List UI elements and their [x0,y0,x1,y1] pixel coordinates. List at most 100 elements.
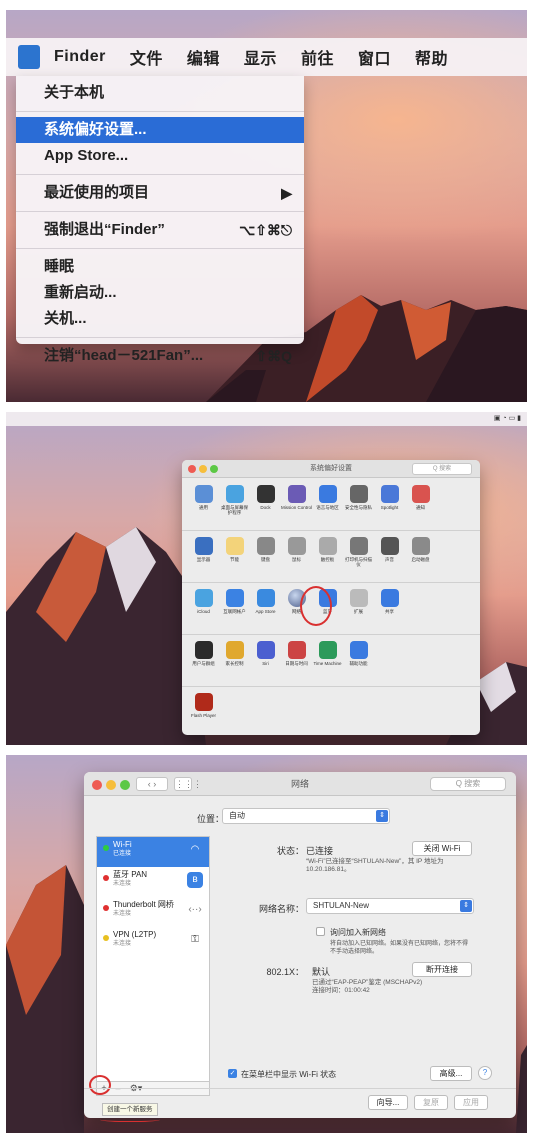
pref-pane-label: 语言与地区 [316,505,339,510]
service-item-vpn[interactable]: VPN (L2TP) 未连接 ⚿ [97,927,209,957]
pref-pane-item[interactable]: Mission Control [281,482,312,528]
pref-pane-label: 用户与群组 [192,661,215,666]
pref-pane-item[interactable]: 打印机与扫描仪 [343,534,374,580]
pref-pane-icon [225,537,244,555]
pref-pane-item[interactable]: 用户与群组 [188,638,219,684]
apply-button[interactable]: 应用 [454,1095,488,1110]
menubar-item-go[interactable]: 前往 [301,45,334,69]
pref-pane-icon [349,485,368,503]
apple-icon[interactable] [18,45,40,69]
pref-row-1: 通用 桌面与屏幕保护程序 Dock Mission Control 语言与地区 安全性与隐… [188,482,474,528]
pref-pane-item[interactable]: 桌面与屏幕保护程序 [219,482,250,528]
pref-pane-item[interactable]: Spotlight [374,482,405,528]
disconnect-button[interactable]: 断开连接 [412,962,472,977]
status-dot [103,875,109,881]
pref-pane-label: 家长控制 [225,661,244,666]
search-input[interactable]: Q 搜索 [430,777,506,791]
pref-pane-item[interactable]: App Store [250,586,281,632]
pref-pane-item[interactable]: 启动磁盘 [405,534,436,580]
pref-pane-item[interactable]: 通知 [405,482,436,528]
advanced-button[interactable]: 高级... [430,1066,472,1081]
pref-pane-item[interactable]: 显示器 [188,534,219,580]
wifi-icon: ◠ [190,844,200,855]
pref-pane-item[interactable]: 扩展 [343,586,374,632]
pref-pane-item[interactable]: Siri [250,638,281,684]
screenshot-system-preferences: ▣ ◔ ▭ ▮ 系统偏好设置 Q 搜索 通用 桌面与屏幕保护程序 Dock Missi… [6,412,527,745]
location-value: 自动 [229,811,245,820]
pref-pane-label: 节能 [230,557,239,562]
pref-pane-item[interactable]: 辅助功能 [343,638,374,684]
menu-item-sleep[interactable]: 睡眠 [16,254,304,280]
chevron-down-icon: ⇕ [376,810,388,822]
window-titlebar: ‹ › ⋮⋮⋮ 网络 Q 搜索 [84,772,516,796]
pref-pane-item[interactable]: 日期与时间 [281,638,312,684]
menu-item-system-preferences[interactable]: 系统偏好设置... [16,117,304,143]
network-name-label: 网络名称： [258,904,304,914]
menu-item-logout[interactable]: 注销“head－521Fan”... ⇧⌘Q [16,343,304,369]
pref-pane-item[interactable]: 语言与地区 [312,482,343,528]
location-select[interactable]: 自动 ⇕ [222,808,390,824]
ask-join-checkbox[interactable] [316,927,325,936]
menu-separator [16,111,304,112]
pref-pane-item[interactable]: Time Machine [312,638,343,684]
assist-button[interactable]: 向导... [368,1095,408,1110]
pref-pane-item[interactable]: iCloud [188,586,219,632]
menubar-item-edit[interactable]: 编辑 [187,45,220,69]
menu-item-recent[interactable]: 最近使用的项目 ▶ [16,180,304,206]
menubar-item-file[interactable]: 文件 [130,45,163,69]
pref-pane-icon [349,537,368,555]
pref-row-4: 用户与群组 家长控制 Siri 日期与时间 Time Machine 辅助功能 [188,638,474,684]
network-name-select[interactable]: SHTULAN-New ⇕ [306,898,474,914]
show-in-menubar-checkbox[interactable]: ✓ [228,1069,237,1078]
pref-pane-item[interactable]: 键盘 [250,534,281,580]
pref-row-2: 显示器 节能 键盘 鼠标 触控板 打印机与扫描仪 声音 启动磁盘 [188,534,474,580]
service-item-bluetooth-pan[interactable]: 蓝牙 PAN 未连接 ʙ [97,867,209,897]
pref-pane-item[interactable]: 触控板 [312,534,343,580]
pref-pane-item[interactable]: Dock [250,482,281,528]
location-label: 位置： [197,814,225,824]
pref-pane-item[interactable]: 安全性与隐私 [343,482,374,528]
pref-pane-label: 通用 [199,505,208,510]
pref-pane-item[interactable]: 家长控制 [219,638,250,684]
pref-pane-label: 鼠标 [292,557,301,562]
pref-row-5: Flash Player [188,690,474,736]
pref-pane-icon [256,485,275,503]
menubar-item-view[interactable]: 显示 [244,45,277,69]
pref-pane-icon [318,641,337,659]
pref-pane-icon [194,537,213,555]
dot1x-label: 802.1X： [266,967,304,977]
bluetooth-icon: ʙ [187,872,203,888]
status-dot [103,845,109,851]
pref-pane-icon [256,537,275,555]
menubar-item-help[interactable]: 帮助 [415,45,448,69]
turn-off-wifi-button[interactable]: 关闭 Wi-Fi [412,841,472,856]
pref-pane-item[interactable]: 节能 [219,534,250,580]
help-button[interactable]: ? [478,1066,492,1080]
force-quit-shortcut: ⌥⇧⌘⎋ [239,222,292,238]
search-input[interactable]: Q 搜索 [412,463,472,475]
menu-item-about[interactable]: 关于本机 [16,80,304,106]
menu-item-shutdown[interactable]: 关机... [16,306,304,332]
service-item-wifi[interactable]: Wi-Fi 已连接 ◠ [97,837,209,867]
pref-pane-icon [225,589,244,607]
menubar-item-finder[interactable]: Finder [54,48,106,66]
pref-pane-item[interactable]: 声音 [374,534,405,580]
menu-item-app-store[interactable]: App Store... [16,143,304,169]
pref-pane-item[interactable]: 通用 [188,482,219,528]
status-dot [103,905,109,911]
pref-pane-item[interactable]: Flash Player [188,690,219,736]
revert-button[interactable]: 复原 [414,1095,448,1110]
system-preferences-window: 系统偏好设置 Q 搜索 通用 桌面与屏幕保护程序 Dock Mission Contr… [182,460,480,735]
menu-separator [16,248,304,249]
menu-item-force-quit[interactable]: 强制退出“Finder” ⌥⇧⌘⎋ [16,217,304,243]
pref-pane-item[interactable]: 鼠标 [281,534,312,580]
pref-pane-item[interactable]: 共享 [374,586,405,632]
menubar-item-window[interactable]: 窗口 [358,45,391,69]
service-item-thunderbolt[interactable]: Thunderbolt 网桥 未连接 ‹··› [97,897,209,927]
pref-pane-item[interactable]: 互联网帐户 [219,586,250,632]
pref-pane-label: 共享 [385,609,394,614]
menu-item-restart[interactable]: 重新启动... [16,280,304,306]
screenshot-network-preferences: ‹ › ⋮⋮⋮ 网络 Q 搜索 位置： 自动 ⇕ Wi-Fi 已连接 ◠ 蓝牙 P… [6,755,527,1133]
tooltip: 创建一个新服务 [102,1103,158,1116]
pref-pane-icon [287,485,306,503]
